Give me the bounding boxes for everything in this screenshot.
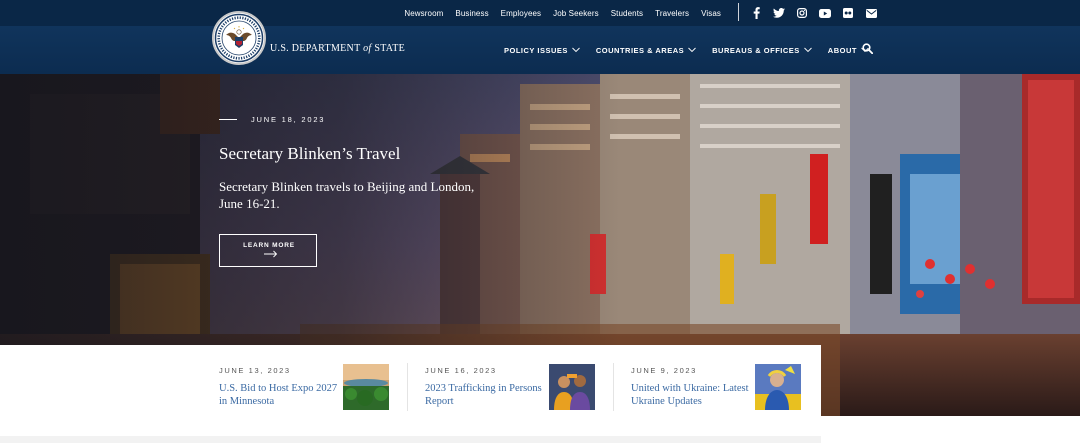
chevron-down-icon (688, 47, 696, 53)
utility-bar: Newsroom Business Employees Job Seekers … (0, 0, 1080, 26)
social-links (750, 0, 877, 26)
hero-title[interactable]: Secretary Blinken’s Travel (219, 144, 400, 164)
nav-label: BUREAUS & OFFICES (712, 45, 800, 55)
nav-policy-issues[interactable]: POLICY ISSUES (504, 46, 580, 55)
learn-more-label: LEARN MORE (243, 242, 295, 249)
card-title[interactable]: United with Ukraine: Latest Ukraine Upda… (631, 382, 751, 408)
nav-countries-areas[interactable]: COUNTRIES & AREAS (596, 46, 696, 55)
site-title[interactable]: U.S. DEPARTMENT of STATE (270, 43, 405, 54)
instagram-icon[interactable] (796, 7, 808, 19)
card-thumbnail[interactable] (343, 364, 389, 410)
utility-nav: Newsroom Business Employees Job Seekers … (404, 0, 721, 26)
site-title-prefix: U.S. DEPARTMENT (270, 43, 361, 54)
utility-divider (738, 3, 739, 21)
card-thumbnail[interactable] (755, 364, 801, 410)
bottom-shade (0, 436, 821, 443)
twitter-icon[interactable] (773, 7, 785, 19)
card-title[interactable]: U.S. Bid to Host Expo 2027 in Minnesota (219, 382, 339, 408)
utility-link-travelers[interactable]: Travelers (655, 9, 689, 18)
card-date: JUNE 16, 2023 (425, 366, 497, 375)
card-thumbnail[interactable] (549, 364, 595, 410)
site-title-suffix: STATE (374, 43, 406, 54)
nav-label: POLICY ISSUES (504, 45, 568, 55)
news-card[interactable]: JUNE 13, 2023 U.S. Bid to Host Expo 2027… (219, 345, 399, 416)
hero-subtitle: Secretary Blinken travels to Beijing and… (219, 179, 475, 211)
utility-link-visas[interactable]: Visas (701, 9, 721, 18)
nav-label: COUNTRIES & AREAS (595, 45, 685, 55)
email-icon[interactable] (865, 7, 877, 19)
utility-link-job-seekers[interactable]: Job Seekers (553, 9, 599, 18)
flickr-icon[interactable] (842, 7, 854, 19)
main-nav: POLICY ISSUES COUNTRIES & AREAS BUREAUS … (504, 26, 869, 74)
learn-more-button[interactable]: LEARN MORE (219, 234, 317, 267)
facebook-icon[interactable] (750, 7, 762, 19)
utility-link-employees[interactable]: Employees (501, 9, 541, 18)
card-divider (407, 363, 408, 411)
search-icon[interactable] (860, 41, 874, 55)
card-title[interactable]: 2023 Trafficking in Persons Report (425, 382, 545, 408)
featured-cards: JUNE 13, 2023 U.S. Bid to Host Expo 2027… (0, 345, 821, 416)
department-of-state-seal[interactable] (212, 11, 266, 65)
youtube-icon[interactable] (819, 7, 831, 19)
chevron-down-icon (572, 47, 580, 53)
card-date: JUNE 9, 2023 (631, 366, 697, 375)
nav-label: ABOUT (827, 45, 857, 55)
utility-link-newsroom[interactable]: Newsroom (404, 9, 443, 18)
card-divider (613, 363, 614, 411)
utility-link-business[interactable]: Business (455, 9, 488, 18)
site-title-of: of (363, 43, 372, 54)
hero-date-dash (219, 119, 237, 120)
hero-date: JUNE 18, 2023 (251, 115, 326, 124)
news-card[interactable]: JUNE 16, 2023 2023 Trafficking in Person… (425, 345, 605, 416)
hero-date-row: JUNE 18, 2023 (219, 115, 325, 124)
news-card[interactable]: JUNE 9, 2023 United with Ukraine: Latest… (631, 345, 811, 416)
page-bottom-strip (0, 416, 1080, 443)
utility-link-students[interactable]: Students (611, 9, 643, 18)
chevron-down-icon (803, 47, 812, 53)
arrow-right-icon (264, 250, 278, 258)
nav-bureaus-offices[interactable]: BUREAUS & OFFICES (712, 46, 812, 55)
card-date: JUNE 13, 2023 (219, 366, 291, 375)
